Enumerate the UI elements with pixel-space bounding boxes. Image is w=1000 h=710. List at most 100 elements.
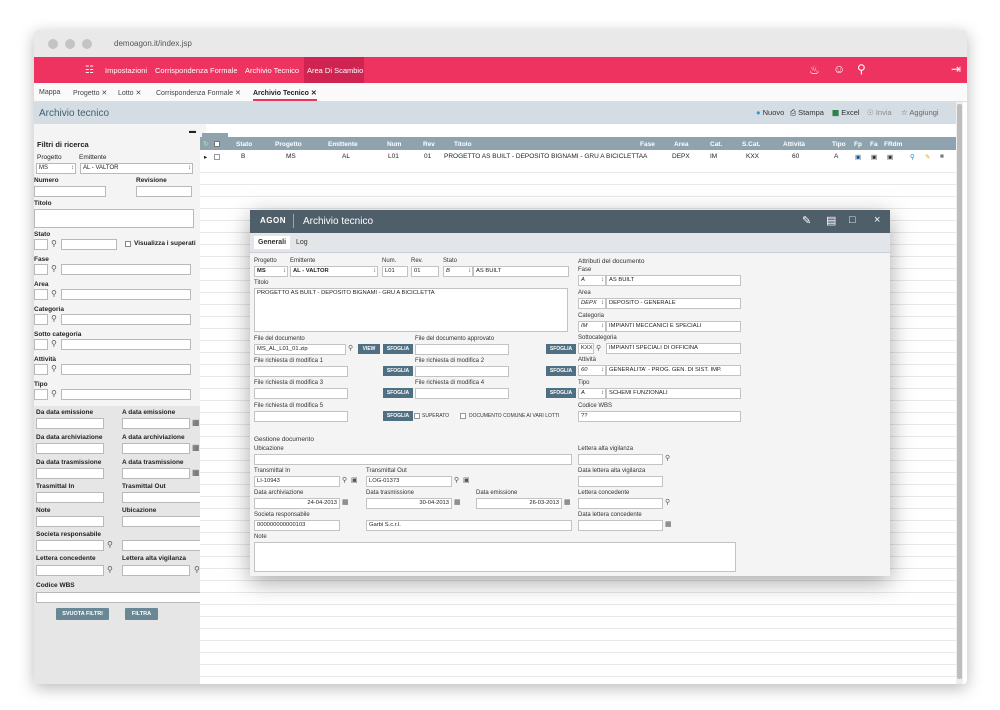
col-fa[interactable]: Fa <box>870 141 878 148</box>
select-all-checkbox[interactable] <box>214 141 220 147</box>
trasmittal-in-input[interactable]: LI-10943 <box>254 476 340 487</box>
row-checkbox[interactable] <box>214 154 220 160</box>
mod2-input[interactable] <box>415 366 509 377</box>
refresh-icon[interactable]: ↻ <box>203 140 209 148</box>
categoria-select[interactable]: IM <box>578 321 606 332</box>
search-icon[interactable]: ⚲ <box>665 454 670 464</box>
user-icon[interactable]: ☺ <box>833 62 845 76</box>
col-scat[interactable]: S.Cat. <box>742 141 760 148</box>
filter-a-emissione[interactable] <box>122 418 190 429</box>
maximize-dot-icon[interactable] <box>82 39 92 49</box>
attivita-select[interactable]: 60 <box>578 365 606 376</box>
filter-attivita-input[interactable] <box>61 364 191 375</box>
rev-input[interactable]: 01 <box>411 266 439 277</box>
calendar-icon[interactable]: ▦ <box>192 443 200 453</box>
filter-stato-input[interactable] <box>61 239 117 250</box>
search-icon[interactable]: ⚲ <box>51 289 57 299</box>
filter-sottocategoria-input[interactable] <box>61 339 191 350</box>
search-icon[interactable]: ⚲ <box>107 540 113 550</box>
filter-numero-input[interactable] <box>34 186 106 197</box>
mod4-input[interactable] <box>415 388 509 399</box>
nuovo-button[interactable]: ● Nuovo <box>756 108 784 117</box>
tab-corrispondenza[interactable]: Corrispondenza Formale ✕ <box>156 89 241 97</box>
filter-da-trasmissione[interactable] <box>36 468 104 479</box>
fp-file-icon[interactable]: ▣ <box>855 153 861 161</box>
col-frdm[interactable]: FRdm <box>884 141 902 148</box>
fase-select[interactable]: A <box>578 275 606 286</box>
stampa-button[interactable]: ⎙ Stampa <box>790 108 824 118</box>
close-icon[interactable]: ✕ <box>101 90 107 97</box>
mod5-input[interactable] <box>254 411 348 422</box>
search-icon[interactable]: ⚲ <box>51 239 57 249</box>
search-icon[interactable]: ⚲ <box>348 344 353 354</box>
filter-a-trasmissione[interactable] <box>122 468 190 479</box>
filter-fase-input[interactable] <box>61 264 191 275</box>
sfoglia-button[interactable]: SFOGLIA <box>546 366 576 376</box>
filter-trasmittal-out[interactable] <box>122 492 202 503</box>
close-dot-icon[interactable] <box>48 39 58 49</box>
tab-log[interactable]: Log <box>296 239 308 246</box>
filtra-button[interactable]: FILTRA <box>125 608 158 620</box>
sfoglia-button[interactable]: SFOGLIA <box>546 388 576 398</box>
search-icon[interactable]: ⚲ <box>51 264 57 274</box>
filter-note[interactable] <box>36 516 104 527</box>
data-archiviazione-input[interactable]: 24-04-2013 <box>254 498 340 509</box>
search-icon[interactable]: ⚲ <box>454 476 459 486</box>
frdm-file-icon[interactable]: ▣ <box>887 153 893 161</box>
societa-code-input[interactable]: 000000000000103 <box>254 520 340 531</box>
edit-icon[interactable]: ✎ <box>802 214 811 227</box>
scrollbar-thumb[interactable] <box>957 104 962 679</box>
mod1-input[interactable] <box>254 366 348 377</box>
calendar-icon[interactable]: ▦ <box>342 498 349 508</box>
col-fase[interactable]: Fase <box>640 141 655 148</box>
mod3-input[interactable] <box>254 388 348 399</box>
search-icon[interactable]: ⚲ <box>596 344 601 354</box>
edit-icon[interactable]: ✎ <box>925 153 930 161</box>
delete-icon[interactable]: ■ <box>940 153 944 160</box>
filter-sottocategoria-code[interactable] <box>34 339 48 350</box>
logout-icon[interactable]: ⇥ <box>951 62 961 76</box>
filter-area-code[interactable] <box>34 289 48 300</box>
fa-file-icon[interactable]: ▣ <box>871 153 877 161</box>
calendar-icon[interactable]: ▦ <box>665 520 672 530</box>
col-rev[interactable]: Rev <box>423 141 435 148</box>
sfoglia-button[interactable]: SFOGLIA <box>383 388 413 398</box>
col-tipo[interactable]: Tipo <box>832 141 846 148</box>
stato-select[interactable]: B <box>443 266 473 277</box>
ubicazione-input[interactable] <box>254 454 572 465</box>
filter-societa[interactable] <box>36 540 104 551</box>
col-cat[interactable]: Cat. <box>710 141 722 148</box>
filter-codice-wbs[interactable] <box>36 592 202 603</box>
data-lettera-concedente-input[interactable] <box>578 520 663 531</box>
col-stato[interactable]: Stato <box>236 141 252 148</box>
tab-archivio-tecnico[interactable]: Archivio Tecnico ✕ <box>253 89 317 101</box>
filter-revisione-input[interactable] <box>136 186 192 197</box>
aggiungi-button[interactable]: ☆ Aggiungi <box>901 108 939 117</box>
area-select[interactable]: DEPX <box>578 298 606 309</box>
search-icon[interactable]: ⚲ <box>51 339 57 349</box>
search-icon[interactable]: ⚲ <box>51 364 57 374</box>
titolo-textarea[interactable]: PROGETTO AS BUILT - DEPOSITO BIGNAMI - G… <box>254 288 568 332</box>
view-button[interactable]: VIEW <box>358 344 380 354</box>
filter-a-archiviazione[interactable] <box>122 443 190 454</box>
data-lettera-alta-input[interactable] <box>578 476 663 487</box>
filter-titolo-input[interactable] <box>34 209 194 228</box>
view-icon[interactable]: ⚲ <box>910 153 915 161</box>
filter-progetto-select[interactable]: MS <box>36 163 76 174</box>
filter-emittente-select[interactable]: AL - VALTOR <box>80 163 193 174</box>
sfoglia-button[interactable]: SFOGLIA <box>383 366 413 376</box>
file-documento-input[interactable]: MS_AL_L01_01.zip <box>254 344 346 355</box>
calendar-icon[interactable]: ▦ <box>454 498 461 508</box>
close-icon[interactable]: ✕ <box>311 90 317 97</box>
filter-da-emissione[interactable] <box>36 418 104 429</box>
filter-lettera-alta[interactable] <box>122 565 190 576</box>
filter-societa-name[interactable] <box>122 540 204 551</box>
sfoglia-button[interactable]: SFOGLIA <box>546 344 576 354</box>
filter-attivita-code[interactable] <box>34 364 48 375</box>
note-textarea[interactable] <box>254 542 736 572</box>
lettera-alta-input[interactable] <box>578 454 663 465</box>
filter-ubicazione[interactable] <box>122 516 202 527</box>
external-edit-icon[interactable]: □ <box>849 214 856 226</box>
filter-tipo-code[interactable] <box>34 389 48 400</box>
nav-area-scambio[interactable]: Area Di Scambio <box>307 66 363 75</box>
